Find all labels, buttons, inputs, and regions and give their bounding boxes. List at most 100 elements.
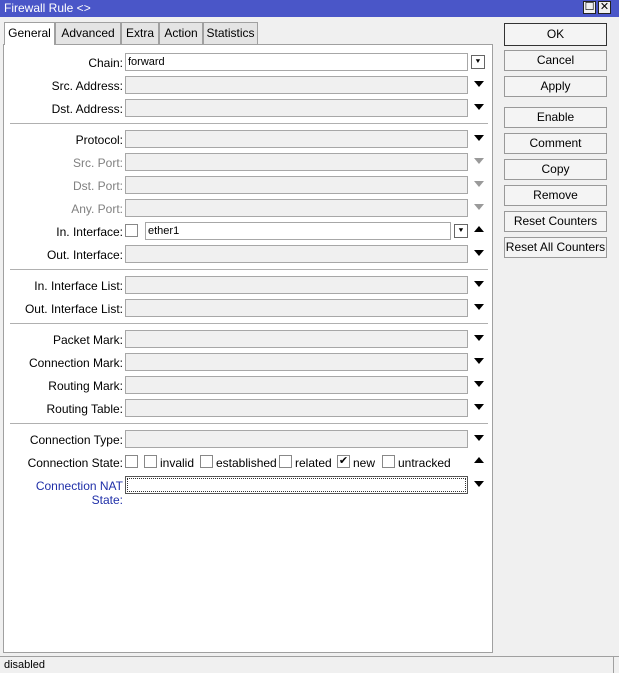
src-port-label: Src. Port: bbox=[72, 156, 123, 170]
packet-mark-dropdown-icon[interactable] bbox=[474, 335, 484, 341]
related-label: related bbox=[295, 456, 332, 470]
dst-address-row: Dst. Address: bbox=[4, 99, 492, 118]
any-port-label: Any. Port: bbox=[71, 202, 123, 216]
dst-address-dropdown-icon[interactable] bbox=[474, 104, 484, 110]
routing-mark-field[interactable] bbox=[125, 376, 468, 394]
in-interface-dropdown-button[interactable]: ⯆ bbox=[454, 224, 468, 238]
protocol-field[interactable] bbox=[125, 130, 468, 148]
routing-table-dropdown-icon[interactable] bbox=[474, 404, 484, 410]
packet-mark-row: Packet Mark: bbox=[4, 330, 492, 349]
dst-address-field[interactable] bbox=[125, 99, 468, 117]
out-interface-list-field[interactable] bbox=[125, 299, 468, 317]
protocol-row: Protocol: bbox=[4, 130, 492, 149]
reset-counters-button[interactable]: Reset Counters bbox=[504, 211, 607, 232]
any-port-field bbox=[125, 199, 468, 217]
invalid-label: invalid bbox=[160, 456, 195, 470]
src-port-field bbox=[125, 153, 468, 171]
routing-table-field[interactable] bbox=[125, 399, 468, 417]
protocol-label: Protocol: bbox=[75, 133, 123, 147]
close-icon[interactable]: ✕ bbox=[598, 1, 611, 14]
packet-mark-label: Packet Mark: bbox=[52, 333, 123, 347]
connection-type-row: Connection Type: bbox=[4, 430, 492, 449]
remove-button[interactable]: Remove bbox=[504, 185, 607, 206]
chain-field[interactable]: forward bbox=[125, 53, 468, 71]
separator bbox=[10, 123, 488, 124]
out-interface-field[interactable] bbox=[125, 245, 468, 263]
reset-all-counters-button[interactable]: Reset All Counters bbox=[504, 237, 607, 258]
connection-state-negate-checkbox[interactable] bbox=[125, 455, 138, 468]
src-port-dropdown-icon bbox=[474, 158, 484, 164]
connection-type-label: Connection Type: bbox=[29, 433, 123, 447]
related-checkbox[interactable] bbox=[279, 455, 292, 468]
connection-nat-state-row: Connection NAT State: bbox=[4, 476, 492, 507]
tab-statistics[interactable]: Statistics bbox=[203, 22, 258, 44]
in-interface-list-field[interactable] bbox=[125, 276, 468, 294]
src-address-label: Src. Address: bbox=[51, 79, 123, 93]
out-interface-label: Out. Interface: bbox=[46, 248, 123, 262]
ok-button[interactable]: OK bbox=[504, 23, 607, 46]
established-label: established bbox=[216, 456, 277, 470]
copy-button[interactable]: Copy bbox=[504, 159, 607, 180]
chain-label: Chain: bbox=[88, 56, 123, 70]
tab-extra[interactable]: Extra bbox=[121, 22, 159, 44]
out-interface-dropdown-icon[interactable] bbox=[474, 250, 484, 256]
title-bar: Firewall Rule <> ☐ ✕ bbox=[0, 0, 619, 17]
tab-advanced[interactable]: Advanced bbox=[55, 22, 121, 44]
in-interface-row: In. Interface: ether1 ⯆ bbox=[4, 222, 492, 241]
comment-button[interactable]: Comment bbox=[504, 133, 607, 154]
window-title: Firewall Rule <> bbox=[4, 1, 91, 15]
routing-mark-dropdown-icon[interactable] bbox=[474, 381, 484, 387]
status-bar: disabled bbox=[0, 656, 619, 673]
any-port-row: Any. Port: bbox=[4, 199, 492, 218]
status-text: disabled bbox=[4, 659, 45, 671]
in-interface-list-dropdown-icon[interactable] bbox=[474, 281, 484, 287]
connection-type-field[interactable] bbox=[125, 430, 468, 448]
general-panel: Chain: forward ⯆ Src. Address: Dst. Addr… bbox=[3, 44, 493, 653]
dst-port-row: Dst. Port: bbox=[4, 176, 492, 195]
invalid-checkbox[interactable] bbox=[144, 455, 157, 468]
src-port-row: Src. Port: bbox=[4, 153, 492, 172]
connection-type-dropdown-icon[interactable] bbox=[474, 435, 484, 441]
out-interface-list-row: Out. Interface List: bbox=[4, 299, 492, 318]
established-checkbox[interactable] bbox=[200, 455, 213, 468]
routing-mark-row: Routing Mark: bbox=[4, 376, 492, 395]
new-checkbox[interactable]: ✔ bbox=[337, 455, 350, 468]
connection-state-row: Connection State: invalid established re… bbox=[4, 453, 492, 472]
connection-mark-field[interactable] bbox=[125, 353, 468, 371]
in-interface-field[interactable]: ether1 bbox=[145, 222, 451, 240]
untracked-label: untracked bbox=[398, 456, 451, 470]
tab-general[interactable]: General bbox=[4, 22, 55, 45]
maximize-icon[interactable]: ☐ bbox=[583, 1, 596, 14]
separator bbox=[10, 423, 488, 424]
out-interface-row: Out. Interface: bbox=[4, 245, 492, 264]
chain-dropdown-button[interactable]: ⯆ bbox=[471, 55, 485, 69]
routing-table-label: Routing Table: bbox=[46, 402, 124, 416]
in-interface-collapse-icon[interactable] bbox=[474, 226, 484, 232]
in-interface-label: In. Interface: bbox=[56, 225, 123, 239]
enable-button[interactable]: Enable bbox=[504, 107, 607, 128]
connection-nat-state-dropdown-icon[interactable] bbox=[474, 481, 484, 487]
connection-mark-dropdown-icon[interactable] bbox=[474, 358, 484, 364]
in-interface-list-row: In. Interface List: bbox=[4, 276, 492, 295]
packet-mark-field[interactable] bbox=[125, 330, 468, 348]
in-interface-list-label: In. Interface List: bbox=[34, 279, 123, 293]
out-interface-list-dropdown-icon[interactable] bbox=[474, 304, 484, 310]
apply-button[interactable]: Apply bbox=[504, 76, 607, 97]
connection-state-collapse-icon[interactable] bbox=[474, 457, 484, 463]
src-address-row: Src. Address: bbox=[4, 76, 492, 95]
cancel-button[interactable]: Cancel bbox=[504, 50, 607, 71]
chain-row: Chain: forward ⯆ bbox=[4, 53, 492, 72]
dst-port-dropdown-icon bbox=[474, 181, 484, 187]
routing-mark-label: Routing Mark: bbox=[48, 379, 123, 393]
in-interface-negate-checkbox[interactable] bbox=[125, 224, 138, 237]
protocol-dropdown-icon[interactable] bbox=[474, 135, 484, 141]
untracked-checkbox[interactable] bbox=[382, 455, 395, 468]
status-divider bbox=[613, 657, 614, 673]
connection-nat-state-field[interactable] bbox=[125, 476, 468, 494]
new-label: new bbox=[353, 456, 376, 470]
dst-port-field bbox=[125, 176, 468, 194]
src-address-field[interactable] bbox=[125, 76, 468, 94]
separator bbox=[10, 269, 488, 270]
tab-action[interactable]: Action bbox=[159, 22, 203, 44]
src-address-dropdown-icon[interactable] bbox=[474, 81, 484, 87]
